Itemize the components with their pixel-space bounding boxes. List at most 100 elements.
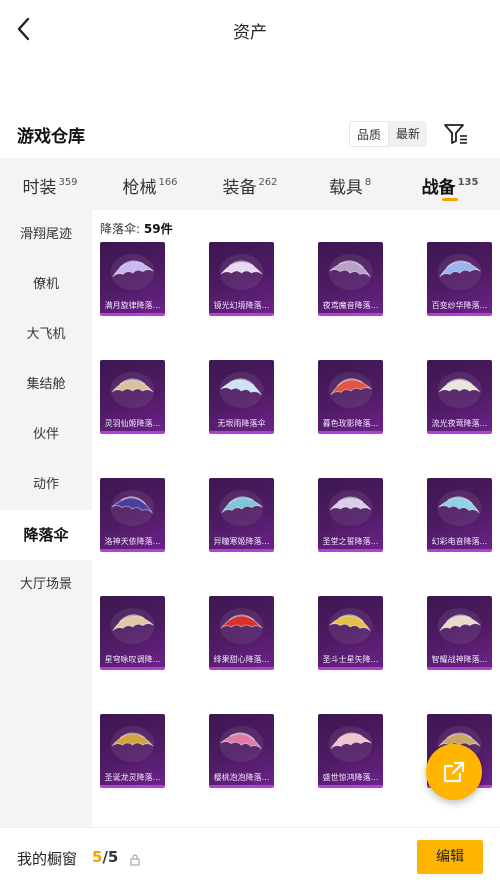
parachute-item[interactable]: 异瞳寒姬降落... — [209, 478, 274, 552]
item-name: 镜光幻境降落... — [213, 301, 270, 310]
sidebar-item-big-plane[interactable]: 大飞机 — [0, 310, 92, 360]
item-content: 降落伞: 59件 满月旋律降落... 镜光幻境降落... 夜鸢魔音降落... 百变纱华… — [92, 210, 500, 827]
item-card: 圣堂之誓降落... — [318, 478, 383, 552]
item-name: 幻彩电音降落... — [431, 537, 488, 546]
edit-button[interactable]: 编辑 — [417, 840, 483, 874]
parachute-icon — [219, 490, 264, 526]
parachute-item[interactable]: 满月旋律降落... — [100, 242, 165, 316]
tab-count: 262 — [258, 177, 278, 188]
parachute-item[interactable]: 无垠雨降落伞 — [209, 360, 274, 434]
item-name: 绯果甜心降落... — [213, 655, 270, 664]
sidebar-item-lobby-scene[interactable]: 大厅场景 — [0, 560, 92, 610]
item-card: 满月旋律降落... — [100, 242, 165, 316]
item-name: 星穹咏叹调降... — [104, 655, 161, 664]
item-card: 灵羽仙姬降落... — [100, 360, 165, 434]
item-name: 圣斗士星矢降... — [322, 655, 379, 664]
item-grid: 满月旋律降落... 镜光幻境降落... 夜鸢魔音降落... 百变纱华降落... 灵羽仙姬… — [100, 242, 496, 788]
item-card: 绯果甜心降落... — [209, 596, 274, 670]
lock-icon — [130, 851, 140, 866]
item-card: 流光夜莺降落... — [427, 360, 492, 434]
parachute-icon — [437, 254, 482, 290]
item-card: 圣诞龙灵降落... — [100, 714, 165, 788]
parachute-item[interactable]: 夜鸢魔音降落... — [318, 242, 383, 316]
sidebar-item-glide-trail[interactable]: 滑翔尾迹 — [0, 210, 92, 260]
parachute-icon — [219, 726, 264, 762]
item-count-label: 降落伞: 59件 — [100, 220, 173, 237]
sidebar-item-wingman[interactable]: 僚机 — [0, 260, 92, 310]
item-name: 满月旋律降落... — [104, 301, 161, 310]
parachute-item[interactable]: 盛世惊鸿降落... — [318, 714, 383, 788]
parachute-item[interactable]: 星穹咏叹调降... — [100, 596, 165, 670]
parachute-icon — [328, 372, 373, 408]
showcase-count: 5/5 — [92, 848, 118, 866]
parachute-item[interactable]: 圣诞龙灵降落... — [100, 714, 165, 788]
parachute-icon — [328, 254, 373, 290]
item-card: 智耀战神降落... — [427, 596, 492, 670]
parachute-item[interactable]: 流光夜莺降落... — [427, 360, 492, 434]
page-title: 资产 — [233, 23, 267, 43]
category-label: 降落伞: — [100, 222, 141, 236]
tab-count: 359 — [58, 177, 78, 188]
parachute-icon — [110, 490, 155, 526]
item-count: 59件 — [143, 222, 173, 236]
parachute-icon — [110, 372, 155, 408]
parachute-item[interactable]: 百变纱华降落... — [427, 242, 492, 316]
sidebar-item-emote[interactable]: 动作 — [0, 460, 92, 510]
item-card: 异瞳寒姬降落... — [209, 478, 274, 552]
category-tabs: 时装 359 枪械 166 装备 262 载具 8 战备 135 — [0, 158, 500, 210]
parachute-item[interactable]: 暮色玫影降落... — [318, 360, 383, 434]
tab-count: 8 — [364, 177, 372, 188]
parachute-item[interactable]: 洛神天依降落... — [100, 478, 165, 552]
parachute-icon — [219, 608, 264, 644]
sort-quality-button[interactable]: 品质 — [349, 121, 389, 147]
filter-icon[interactable] — [443, 122, 469, 146]
parachute-item[interactable]: 幻彩电音降落... — [427, 478, 492, 552]
item-card: 百变纱华降落... — [427, 242, 492, 316]
top-bar: 资产 — [0, 0, 500, 58]
item-name: 圣诞龙灵降落... — [104, 773, 161, 782]
showcase-bar: 我的橱窗 5/5 编辑 — [0, 827, 500, 885]
sort-newest-button[interactable]: 最新 — [389, 121, 427, 147]
tab-fashion[interactable]: 时装 359 — [0, 158, 100, 210]
parachute-item[interactable]: 绯果甜心降落... — [209, 596, 274, 670]
subcategory-sidebar: 滑翔尾迹 僚机 大飞机 集结舱 伙伴 动作 降落伞 大厅场景 — [0, 210, 92, 827]
tab-equipment[interactable]: 装备 262 — [200, 158, 300, 210]
parachute-icon — [110, 254, 155, 290]
sidebar-item-companion[interactable]: 伙伴 — [0, 410, 92, 460]
showcase-label: 我的橱窗 — [17, 850, 78, 868]
parachute-icon — [110, 726, 155, 762]
item-name: 流光夜莺降落... — [431, 419, 488, 428]
tab-count: 166 — [158, 177, 178, 188]
item-card: 镜光幻境降落... — [209, 242, 274, 316]
parachute-icon — [328, 608, 373, 644]
parachute-item[interactable]: 圣斗士星矢降... — [318, 596, 383, 670]
tab-label: 时装 — [22, 178, 57, 198]
parachute-item[interactable]: 樱桃泡泡降落... — [209, 714, 274, 788]
item-card: 暮色玫影降落... — [318, 360, 383, 434]
share-button[interactable] — [426, 744, 482, 800]
parachute-item[interactable]: 镜光幻境降落... — [209, 242, 274, 316]
tab-label: 战备 — [421, 178, 456, 198]
parachute-icon — [328, 726, 373, 762]
tab-war-gear[interactable]: 战备 135 — [400, 158, 500, 210]
item-name: 智耀战神降落... — [431, 655, 488, 664]
parachute-item[interactable]: 智耀战神降落... — [427, 596, 492, 670]
parachute-icon — [219, 372, 264, 408]
item-name: 盛世惊鸿降落... — [322, 773, 379, 782]
tab-vehicles[interactable]: 载具 8 — [300, 158, 400, 210]
item-card: 无垠雨降落伞 — [209, 360, 274, 434]
parachute-item[interactable]: 灵羽仙姬降落... — [100, 360, 165, 434]
item-card: 洛神天依降落... — [100, 478, 165, 552]
tab-firearms[interactable]: 枪械 166 — [100, 158, 200, 210]
warehouse-title: 游戏仓库 — [17, 127, 85, 147]
item-name: 灵羽仙姬降落... — [104, 419, 161, 428]
item-card: 圣斗士星矢降... — [318, 596, 383, 670]
sidebar-item-parachute[interactable]: 降落伞 — [0, 510, 92, 560]
item-name: 圣堂之誓降落... — [322, 537, 379, 546]
parachute-icon — [437, 372, 482, 408]
showcase-used: 5 — [92, 848, 103, 866]
parachute-icon — [437, 608, 482, 644]
item-name: 无垠雨降落伞 — [217, 419, 266, 428]
sidebar-item-assembly-pod[interactable]: 集结舱 — [0, 360, 92, 410]
parachute-item[interactable]: 圣堂之誓降落... — [318, 478, 383, 552]
